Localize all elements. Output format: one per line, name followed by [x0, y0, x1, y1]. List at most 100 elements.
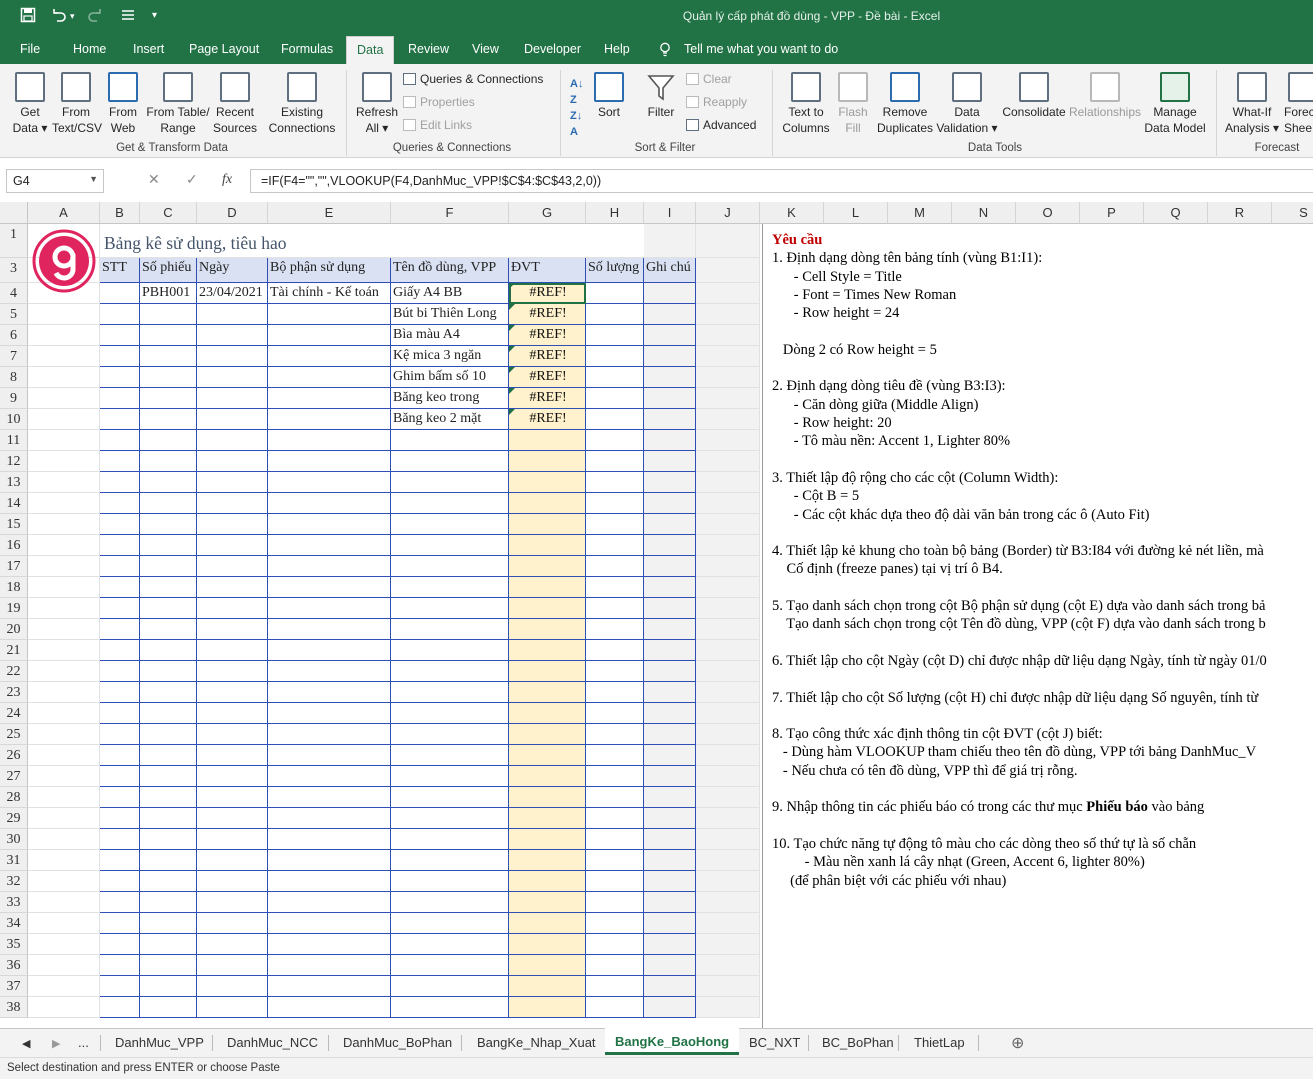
table-cell[interactable] — [644, 913, 696, 934]
row-header[interactable]: 21 — [0, 640, 28, 661]
cell[interactable] — [696, 598, 760, 619]
row-header[interactable]: 24 — [0, 703, 28, 724]
row-header[interactable]: 13 — [0, 472, 28, 493]
column-header[interactable]: R — [1208, 202, 1272, 224]
dvt-cell[interactable] — [509, 514, 586, 535]
table-cell[interactable] — [140, 367, 197, 388]
table-cell[interactable] — [586, 808, 644, 829]
table-cell[interactable] — [391, 682, 509, 703]
table-cell[interactable] — [586, 451, 644, 472]
table-cell[interactable] — [586, 871, 644, 892]
column-header[interactable]: O — [1016, 202, 1080, 224]
table-cell[interactable]: 23/04/2021 — [197, 283, 268, 304]
cell[interactable] — [696, 724, 760, 745]
tab-data[interactable]: Data — [346, 36, 395, 64]
table-cell[interactable] — [391, 619, 509, 640]
table-cell[interactable] — [644, 850, 696, 871]
table-cell[interactable] — [644, 514, 696, 535]
table-cell[interactable] — [268, 598, 391, 619]
cell[interactable] — [28, 745, 100, 766]
row-header[interactable]: 9 — [0, 388, 28, 409]
properties-button[interactable]: Properties — [403, 95, 475, 109]
table-cell[interactable] — [100, 556, 140, 577]
cell[interactable] — [696, 224, 760, 258]
table-cell[interactable] — [268, 451, 391, 472]
refresh-all-button[interactable]: Refresh All ▾ — [354, 72, 400, 136]
table-cell[interactable] — [268, 619, 391, 640]
table-cell[interactable] — [100, 724, 140, 745]
table-cell[interactable] — [140, 493, 197, 514]
table-header-cell[interactable]: Ngày — [197, 258, 268, 283]
table-cell[interactable] — [197, 703, 268, 724]
dvt-cell[interactable] — [509, 829, 586, 850]
table-cell[interactable] — [100, 283, 140, 304]
table-cell[interactable]: Băng keo trong — [391, 388, 509, 409]
table-cell[interactable] — [268, 430, 391, 451]
remove-duplicates-button[interactable]: Remove Duplicates — [874, 72, 936, 136]
cell[interactable] — [28, 997, 100, 1018]
cell[interactable] — [696, 451, 760, 472]
table-cell[interactable] — [586, 535, 644, 556]
cell[interactable] — [28, 304, 100, 325]
table-cell[interactable] — [391, 703, 509, 724]
manage-data-model-button[interactable]: Manage Data Model — [1142, 72, 1208, 136]
cell[interactable] — [28, 724, 100, 745]
table-cell[interactable] — [586, 640, 644, 661]
column-header[interactable]: D — [197, 202, 268, 224]
dvt-cell[interactable] — [509, 850, 586, 871]
table-cell[interactable] — [140, 892, 197, 913]
table-cell[interactable] — [391, 892, 509, 913]
table-cell[interactable] — [391, 934, 509, 955]
cell[interactable] — [696, 325, 760, 346]
cell[interactable] — [28, 556, 100, 577]
table-cell[interactable] — [644, 535, 696, 556]
table-cell[interactable] — [391, 661, 509, 682]
table-cell[interactable] — [197, 850, 268, 871]
dvt-cell[interactable] — [509, 535, 586, 556]
table-cell[interactable] — [100, 430, 140, 451]
table-cell[interactable]: Ghim bấm số 10 — [391, 367, 509, 388]
table-cell[interactable] — [644, 661, 696, 682]
cell[interactable] — [696, 367, 760, 388]
table-cell[interactable] — [268, 976, 391, 997]
cell[interactable] — [696, 829, 760, 850]
column-header[interactable]: Q — [1144, 202, 1208, 224]
table-cell[interactable] — [100, 808, 140, 829]
column-header[interactable]: K — [760, 202, 824, 224]
dvt-cell[interactable] — [509, 808, 586, 829]
cell[interactable] — [696, 514, 760, 535]
table-cell[interactable] — [391, 787, 509, 808]
column-header[interactable]: F — [391, 202, 509, 224]
cell[interactable] — [28, 619, 100, 640]
cell[interactable] — [28, 976, 100, 997]
table-cell[interactable]: Bút bi Thiên Long — [391, 304, 509, 325]
table-cell[interactable] — [268, 829, 391, 850]
tab-developer[interactable]: Developer — [524, 42, 581, 56]
table-cell[interactable] — [391, 577, 509, 598]
dvt-cell[interactable]: #REF! — [509, 388, 586, 409]
table-cell[interactable] — [644, 745, 696, 766]
dvt-cell[interactable] — [509, 619, 586, 640]
tab-home[interactable]: Home — [73, 42, 106, 56]
table-cell[interactable] — [140, 787, 197, 808]
table-cell[interactable] — [644, 451, 696, 472]
from-web-button[interactable]: From Web — [102, 72, 144, 136]
dvt-cell[interactable] — [509, 892, 586, 913]
table-cell[interactable] — [140, 556, 197, 577]
row-header[interactable]: 18 — [0, 577, 28, 598]
table-cell[interactable] — [268, 913, 391, 934]
cell[interactable] — [28, 787, 100, 808]
table-cell[interactable] — [586, 829, 644, 850]
table-cell[interactable] — [644, 724, 696, 745]
row-header[interactable]: 20 — [0, 619, 28, 640]
table-cell[interactable] — [197, 976, 268, 997]
data-validation-button[interactable]: Data Validation ▾ — [936, 72, 998, 136]
table-cell[interactable] — [644, 703, 696, 724]
cell[interactable] — [696, 787, 760, 808]
table-cell[interactable] — [100, 514, 140, 535]
table-cell[interactable] — [100, 346, 140, 367]
cell[interactable] — [28, 871, 100, 892]
table-cell[interactable] — [644, 976, 696, 997]
table-cell[interactable] — [268, 955, 391, 976]
table-cell[interactable] — [197, 619, 268, 640]
